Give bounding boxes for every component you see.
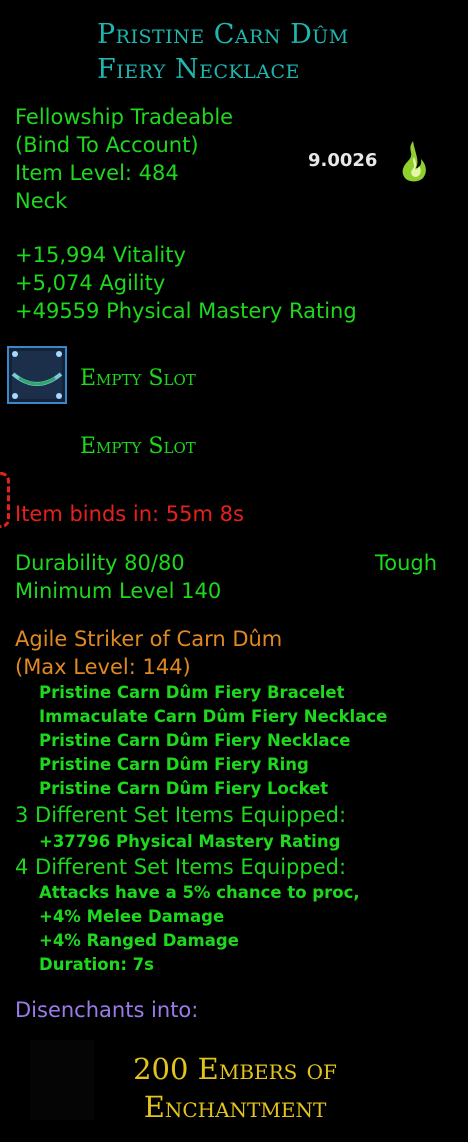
item-title-line2: Fiery Necklace (97, 54, 300, 85)
stat-physical-mastery: +49559 Physical Mastery Rating (15, 299, 357, 323)
essence-slot-2: Empty Slot (80, 434, 196, 459)
ember-icon (30, 1040, 94, 1120)
essence-slot-icon[interactable] (7, 346, 67, 404)
set-item: Pristine Carn Dûm Fiery Necklace (39, 731, 351, 750)
set-item: Pristine Carn Dûm Fiery Locket (39, 779, 329, 798)
set-bonus-4-line: Attacks have a 5% chance to proc, (39, 883, 360, 902)
stat-vitality: +15,994 Vitality (15, 243, 186, 267)
bind-marker-icon (0, 472, 10, 528)
durability-label: Durability 80/80 (15, 551, 185, 575)
item-score: 9.0026 (308, 150, 378, 171)
durability-tier: Tough (375, 551, 438, 575)
set-bonus-4-line: +4% Melee Damage (39, 907, 225, 926)
minimum-level: Minimum Level 140 (15, 579, 222, 603)
set-bonus-3-header: 3 Different Set Items Equipped: (15, 803, 347, 827)
bind-type-label: (Bind To Account) (15, 133, 199, 157)
disenchant-result-line1: 200 Embers of (133, 1052, 337, 1086)
set-max-level: (Max Level: 144) (15, 655, 191, 679)
stat-agility: +5,074 Agility (15, 271, 166, 295)
set-bonus-4-header: 4 Different Set Items Equipped: (15, 855, 347, 879)
item-title-line1: Pristine Carn Dûm (97, 19, 349, 50)
disenchant-label: Disenchants into: (15, 998, 199, 1022)
set-item: Pristine Carn Dûm Fiery Bracelet (39, 683, 345, 702)
set-item: Pristine Carn Dûm Fiery Ring (39, 755, 309, 774)
slot-type-label: Neck (15, 189, 68, 213)
essence-slot-1: Empty Slot (80, 366, 196, 391)
set-item: Immaculate Carn Dûm Fiery Necklace (39, 707, 388, 726)
bind-timer: Item binds in: 55m 8s (15, 502, 244, 526)
flame-icon (402, 141, 426, 182)
item-level-label: Item Level: 484 (15, 161, 179, 185)
set-bonus-4-line: Duration: 7s (39, 955, 154, 974)
set-bonus-3-line: +37796 Physical Mastery Rating (39, 832, 341, 851)
tradeable-label: Fellowship Tradeable (15, 105, 234, 129)
set-bonus-4-line: +4% Ranged Damage (39, 931, 239, 950)
disenchant-result-line2: Enchantment (143, 1090, 327, 1124)
set-name: Agile Striker of Carn Dûm (15, 627, 283, 651)
